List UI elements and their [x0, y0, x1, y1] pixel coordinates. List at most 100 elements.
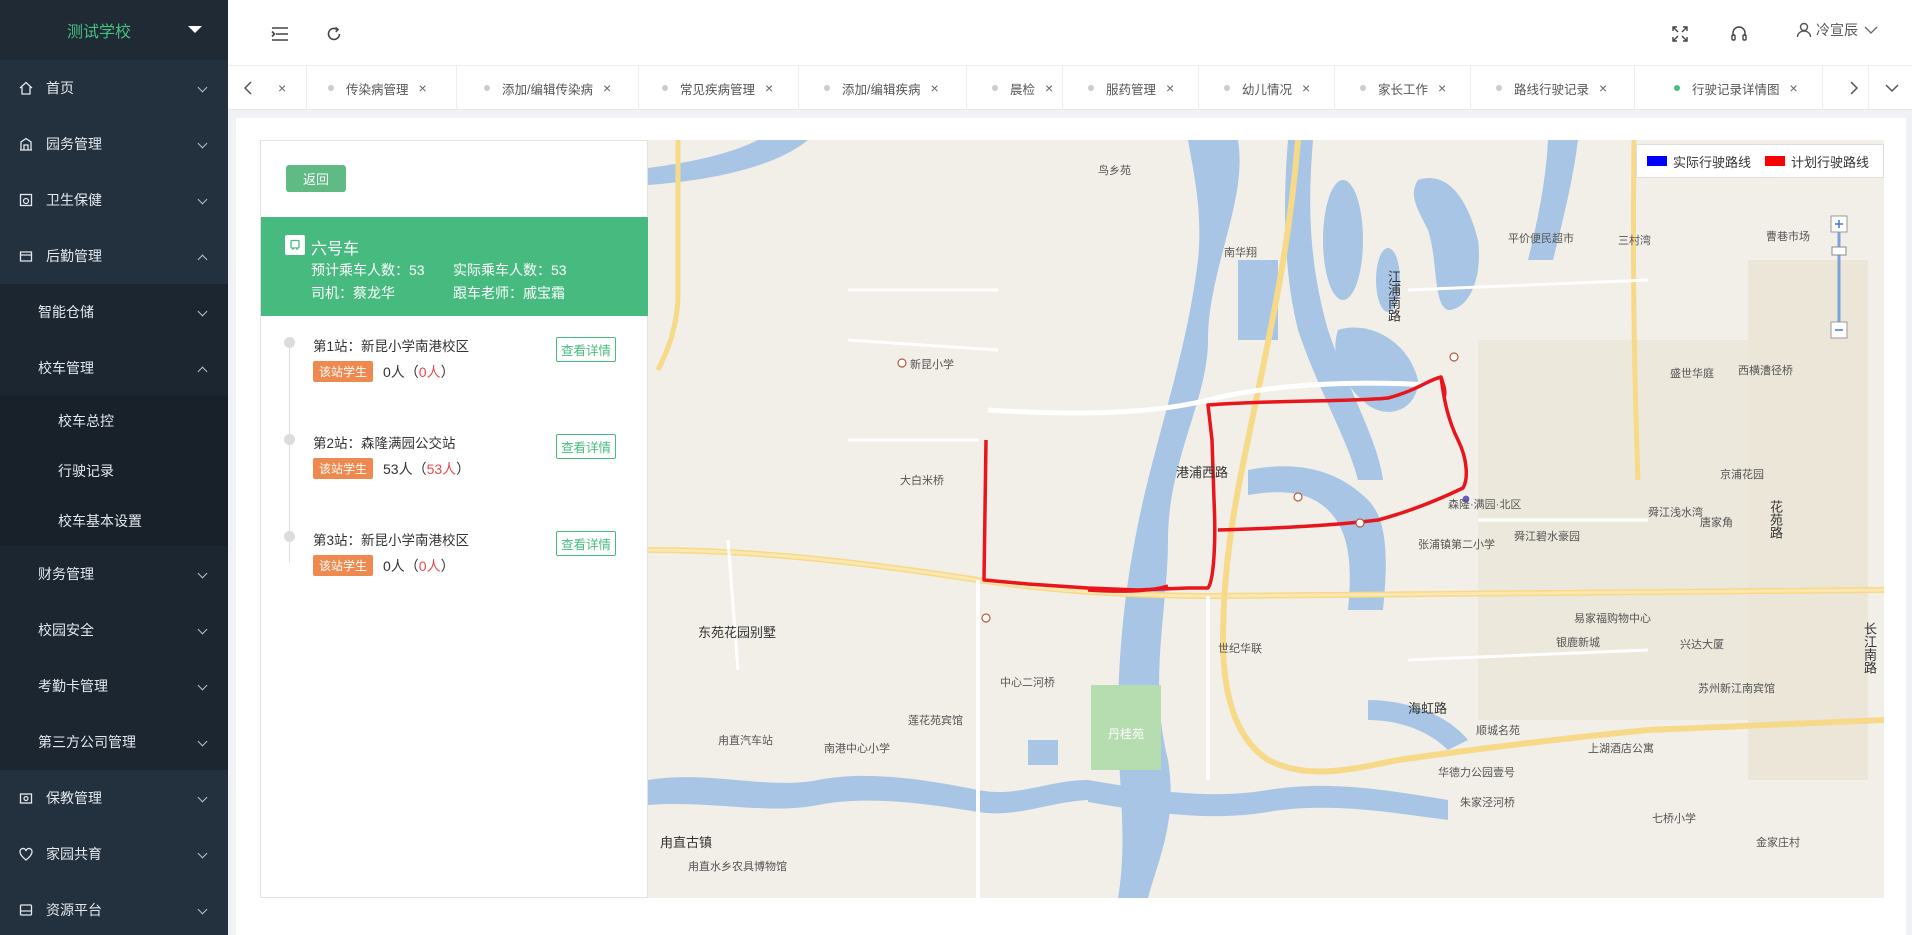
tab-route-records[interactable]: 路线行驶记录 ×: [1496, 66, 1607, 110]
close-icon[interactable]: ×: [765, 80, 773, 96]
map-label: 舜江浅水湾: [1648, 507, 1703, 519]
tab-common-disease[interactable]: 常见疾病管理 ×: [662, 66, 773, 110]
tab-label: 路线行驶记录: [1514, 82, 1590, 97]
sidebar-item-health[interactable]: 卫生保健: [0, 172, 228, 228]
tab-record-detail-map[interactable]: 行驶记录详情图 ×: [1674, 66, 1798, 110]
close-icon[interactable]: ×: [1599, 80, 1607, 96]
tab-parent-work[interactable]: 家长工作 ×: [1360, 66, 1446, 110]
tab-label: 家长工作: [1378, 82, 1429, 97]
tab-close-clipped[interactable]: ×: [278, 66, 286, 110]
school-selector[interactable]: 测试学校: [0, 0, 228, 60]
stop-name: 第2站：森隆满园公交站: [313, 436, 456, 451]
map-label: 京浦花园: [1720, 469, 1764, 481]
escort-teacher: 跟车老师：戚宝霜: [453, 285, 565, 301]
sidebar-item-label: 资源平台: [46, 902, 102, 918]
sidebar-item-logistics[interactable]: 后勤管理: [0, 228, 228, 284]
tab-scroll-left-icon[interactable]: [236, 76, 260, 100]
count-highlight: 53人: [426, 461, 457, 477]
tab-divider: [1062, 66, 1063, 110]
view-details-button[interactable]: 查看详情: [556, 434, 616, 459]
map-label: 森隆·满园·北区: [1448, 499, 1522, 511]
tab-label: 行驶记录详情图: [1692, 82, 1780, 97]
sidebar-item-resources[interactable]: 资源平台: [0, 882, 228, 935]
tab-dot: [824, 85, 830, 91]
close-icon[interactable]: ×: [419, 80, 427, 96]
sidebar-item-label: 校车基本设置: [58, 513, 142, 529]
close-icon[interactable]: ×: [1166, 80, 1174, 96]
map-label: 新昆小学: [910, 359, 954, 371]
close-icon[interactable]: ×: [603, 80, 611, 96]
sidebar-item-family[interactable]: 家园共育: [0, 826, 228, 882]
fullscreen-icon[interactable]: [1670, 24, 1690, 44]
sidebar-item-attendance-card[interactable]: 考勤卡管理: [0, 658, 228, 714]
back-button[interactable]: 返回: [286, 165, 346, 192]
map-label: 南华翔: [1224, 247, 1257, 259]
planned-route-swatch: [1764, 156, 1785, 166]
user-name: 冷宣辰: [1816, 22, 1858, 38]
zoom-slider-handle[interactable]: [1831, 246, 1847, 256]
tab-menu-chevron-icon[interactable]: [1880, 76, 1904, 100]
map-label: 海虹路: [1408, 701, 1448, 716]
sidebar-item-bus-settings[interactable]: 校车基本设置: [0, 496, 228, 546]
close-icon[interactable]: ×: [930, 80, 938, 96]
sidebar-item-teaching[interactable]: 保教管理: [0, 770, 228, 826]
tab-dot: [992, 85, 998, 91]
stop-name: 第1站：新昆小学南港校区: [313, 339, 470, 354]
close-icon[interactable]: ×: [1302, 80, 1310, 96]
sidebar-item-safety[interactable]: 校园安全: [0, 602, 228, 658]
tab-divider: [638, 66, 639, 110]
building-icon: [18, 136, 34, 152]
tab-edit-infectious[interactable]: 添加/编辑传染病 ×: [484, 66, 611, 110]
map-label: 张浦镇第二小学: [1418, 539, 1495, 551]
tab-edit-disease[interactable]: 添加/编辑疾病 ×: [824, 66, 939, 110]
close-icon[interactable]: ×: [1438, 80, 1446, 96]
sidebar-item-home[interactable]: 首页: [0, 60, 228, 116]
count-text: 0人（: [383, 364, 419, 380]
close-icon[interactable]: ×: [1790, 80, 1798, 96]
tab-dot: [484, 85, 490, 91]
sidebar-item-bus-management[interactable]: 校车管理: [0, 340, 228, 396]
close-icon[interactable]: ×: [278, 80, 286, 96]
stop-student-count: 0人（0人）: [383, 362, 455, 382]
tab-dot: [1088, 85, 1094, 91]
count-highlight: 0人: [418, 558, 441, 574]
sidebar-item-smart-storage[interactable]: 智能仓储: [0, 284, 228, 340]
refresh-icon[interactable]: [324, 24, 344, 44]
stop-name: 第3站：新昆小学南港校区: [313, 533, 470, 548]
view-details-button[interactable]: 查看详情: [556, 531, 616, 556]
sidebar-item-label: 保教管理: [46, 790, 102, 806]
map-label: 唐家角: [1700, 517, 1733, 529]
tab-scroll-right-icon[interactable]: [1842, 76, 1866, 100]
view-details-button[interactable]: 查看详情: [556, 337, 616, 362]
expected-riders: 预计乘车人数：53: [311, 262, 425, 278]
sidebar-item-label: 首页: [46, 80, 74, 96]
bus-name: 六号车: [311, 241, 360, 258]
sidebar-item-finance[interactable]: 财务管理: [0, 546, 228, 602]
chevron-down-icon: [197, 138, 208, 149]
map-label: 盛世华庭: [1670, 368, 1714, 380]
sidebar-item-driving-records[interactable]: 行驶记录: [0, 446, 228, 496]
tab-divider: [1634, 66, 1635, 110]
tab-infectious[interactable]: 传染病管理 ×: [328, 66, 427, 110]
tab-medication[interactable]: 服药管理 ×: [1088, 66, 1174, 110]
close-icon[interactable]: ×: [1045, 80, 1053, 96]
sidebar-item-third-party[interactable]: 第三方公司管理: [0, 714, 228, 770]
route-map[interactable]: 港浦西路 海虹路 丹桂苑 东苑花园别墅 甪直古镇 江浦南路 长江南路 花苑路 鸟…: [648, 140, 1884, 898]
chevron-down-icon: [197, 568, 208, 579]
tab-child-status[interactable]: 幼儿情况 ×: [1224, 66, 1310, 110]
tab-morning-check[interactable]: 晨检 ×: [992, 66, 1053, 110]
stop-students-badge: 该站学生: [313, 361, 374, 382]
collapse-menu-icon[interactable]: [270, 24, 290, 44]
sidebar-item-bus-control[interactable]: 校车总控: [0, 396, 228, 446]
sidebar-item-label: 校车总控: [58, 413, 114, 429]
map-label: 江浦南路: [1386, 270, 1401, 322]
zoom-control: [1830, 196, 1848, 349]
sidebar-item-campus[interactable]: 园务管理: [0, 116, 228, 172]
legend-planned-route: 计划行驶路线: [1790, 154, 1869, 170]
resource-icon: [18, 902, 34, 918]
logistics-submenu: 智能仓储 校车管理 校车总控 行驶记录 校车基本设置 财务管理 校园安全 考勤卡…: [0, 284, 228, 770]
user-menu[interactable]: 冷宣辰: [1796, 20, 1878, 40]
stop-item: 第3站：新昆小学南港校区 该站学生 0人（0人） 查看详情: [261, 521, 649, 611]
tab-dot-active: [1674, 85, 1680, 91]
headset-icon[interactable]: [1729, 24, 1749, 44]
